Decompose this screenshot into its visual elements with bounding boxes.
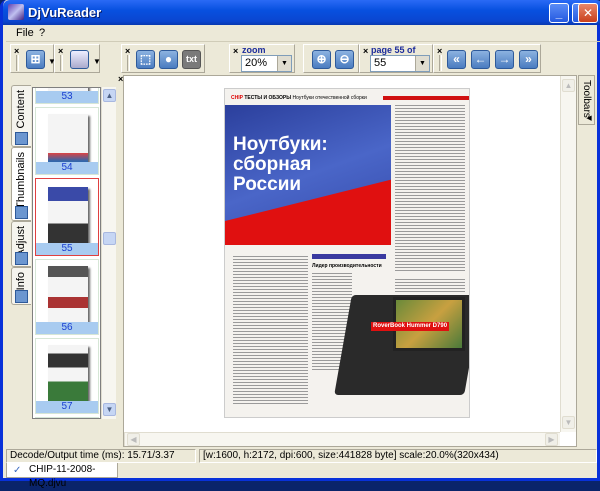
- tab-content[interactable]: Content: [11, 85, 31, 147]
- document-view[interactable]: CHIP ТЕСТЫ И ОБЗОРЫ Ноутбуки отечественн…: [123, 75, 577, 447]
- thumbnail-54[interactable]: 54: [35, 107, 99, 175]
- zoom-label: zoom: [242, 45, 266, 55]
- content-icon: [15, 132, 28, 145]
- article-banner: Ноутбуки: сборная России: [225, 105, 391, 245]
- minimize-button[interactable]: _: [549, 3, 569, 23]
- last-page-button[interactable]: »: [519, 50, 538, 69]
- status-page-info: [w:1600, h:2172, dpi:600, size:441828 by…: [199, 449, 597, 463]
- tab-info[interactable]: Info: [11, 267, 31, 305]
- scroll-down-icon[interactable]: ▼: [562, 416, 575, 429]
- page-layout-button[interactable]: [70, 50, 89, 69]
- prev-page-button[interactable]: ←: [471, 50, 490, 69]
- page-value: 55: [374, 57, 387, 69]
- toolbar-navigation: × «← →»: [433, 44, 541, 73]
- scroll-right-icon[interactable]: ▶: [545, 433, 558, 446]
- app-window: DjVuReader _ □ ✕ File ? ×⊞▼ ×▼ ×⬚●txt ×z…: [0, 0, 600, 489]
- menu-help[interactable]: ?: [39, 27, 45, 39]
- chevron-down-icon[interactable]: ▼: [277, 56, 291, 71]
- product-callout: RoverBook Hummer D790: [371, 322, 450, 331]
- select-region-button[interactable]: ⬚: [136, 50, 155, 69]
- tab-thumbnails[interactable]: Thumbnails: [11, 147, 31, 221]
- app-icon: [8, 4, 24, 20]
- close-toolbar-icon[interactable]: ×: [233, 46, 238, 56]
- chevron-down-icon[interactable]: ▼: [415, 56, 429, 71]
- thumbnail-55[interactable]: 55: [35, 178, 99, 256]
- zoom-in-button[interactable]: ⊕: [312, 50, 331, 69]
- title-bar: DjVuReader _ □: [3, 0, 600, 25]
- side-panel: × Content Thumbnails Adjust Info 53 54 5…: [10, 74, 123, 446]
- info-icon: [15, 290, 28, 303]
- toolbar-panel: × ⊞ ▼: [10, 44, 56, 73]
- thumbnail-57[interactable]: 57: [35, 338, 99, 414]
- arrow-left-icon: ◀: [585, 114, 592, 122]
- scroll-left-icon[interactable]: ◀: [127, 433, 140, 446]
- close-button[interactable]: ✕: [578, 3, 598, 23]
- status-decode-time: Decode/Output time (ms): 15.71/3.37: [6, 449, 196, 463]
- toolbar-zoom-buttons: ⊕ ⊖: [303, 44, 359, 73]
- dropdown-arrow-icon[interactable]: ▼: [93, 57, 101, 66]
- page-select[interactable]: 55 ▼: [370, 55, 430, 72]
- zoom-out-button[interactable]: ⊖: [335, 50, 354, 69]
- toolbar-zoom: × zoom 20% ▼: [229, 44, 295, 73]
- thumbnail-58[interactable]: [35, 417, 99, 418]
- next-page-button[interactable]: →: [495, 50, 514, 69]
- page-section-header: CHIP ТЕСТЫ И ОБЗОРЫ Ноутбуки отечественн…: [231, 95, 367, 101]
- highlight-button[interactable]: ●: [159, 50, 178, 69]
- view-vertical-scrollbar[interactable]: ▲ ▼: [560, 76, 576, 432]
- thumbnails-icon: [15, 206, 28, 219]
- scroll-up-icon[interactable]: ▲: [562, 79, 575, 92]
- toolbars-tab[interactable]: Toolbars ◀: [578, 75, 595, 125]
- thumbnail-scrollbar[interactable]: ▲ ▼: [101, 87, 116, 419]
- scroll-thumb[interactable]: [103, 232, 116, 245]
- wrench-icon: [15, 252, 28, 265]
- close-toolbar-icon[interactable]: ×: [363, 46, 368, 56]
- thumbnail-56[interactable]: 56: [35, 259, 99, 335]
- toolbar-view: × ▼: [54, 44, 101, 73]
- menu-file[interactable]: File: [16, 27, 34, 39]
- document-icon: ✓: [13, 465, 22, 476]
- toolbar-select: × ⬚ ● txt: [121, 44, 205, 73]
- file-tab[interactable]: ✓ CHIP-11-2008-MQ.djvu: [6, 463, 118, 489]
- thumbnail-53[interactable]: 53: [35, 88, 99, 104]
- zoom-value: 20%: [245, 57, 268, 69]
- first-page-button[interactable]: «: [447, 50, 466, 69]
- tab-adjust[interactable]: Adjust: [11, 221, 31, 267]
- text-mode-button[interactable]: txt: [182, 50, 201, 69]
- panel-toggle-button[interactable]: ⊞: [26, 50, 45, 69]
- menu-bar: File ?: [6, 25, 600, 42]
- toolbar-page: ×page 55 of 13255▼: [359, 44, 433, 73]
- thumbnail-list: 53 54 55 56 57: [32, 87, 101, 419]
- scroll-down-icon[interactable]: ▼: [103, 403, 116, 416]
- page-image: CHIP ТЕСТЫ И ОБЗОРЫ Ноутбуки отечественн…: [224, 88, 470, 418]
- article-subhead: Лидер производительности: [312, 263, 382, 269]
- zoom-select[interactable]: 20% ▼: [241, 55, 292, 72]
- window-title: DjVuReader: [28, 5, 102, 20]
- scroll-up-icon[interactable]: ▲: [103, 89, 116, 102]
- view-horizontal-scrollbar[interactable]: ◀ ▶: [124, 432, 560, 446]
